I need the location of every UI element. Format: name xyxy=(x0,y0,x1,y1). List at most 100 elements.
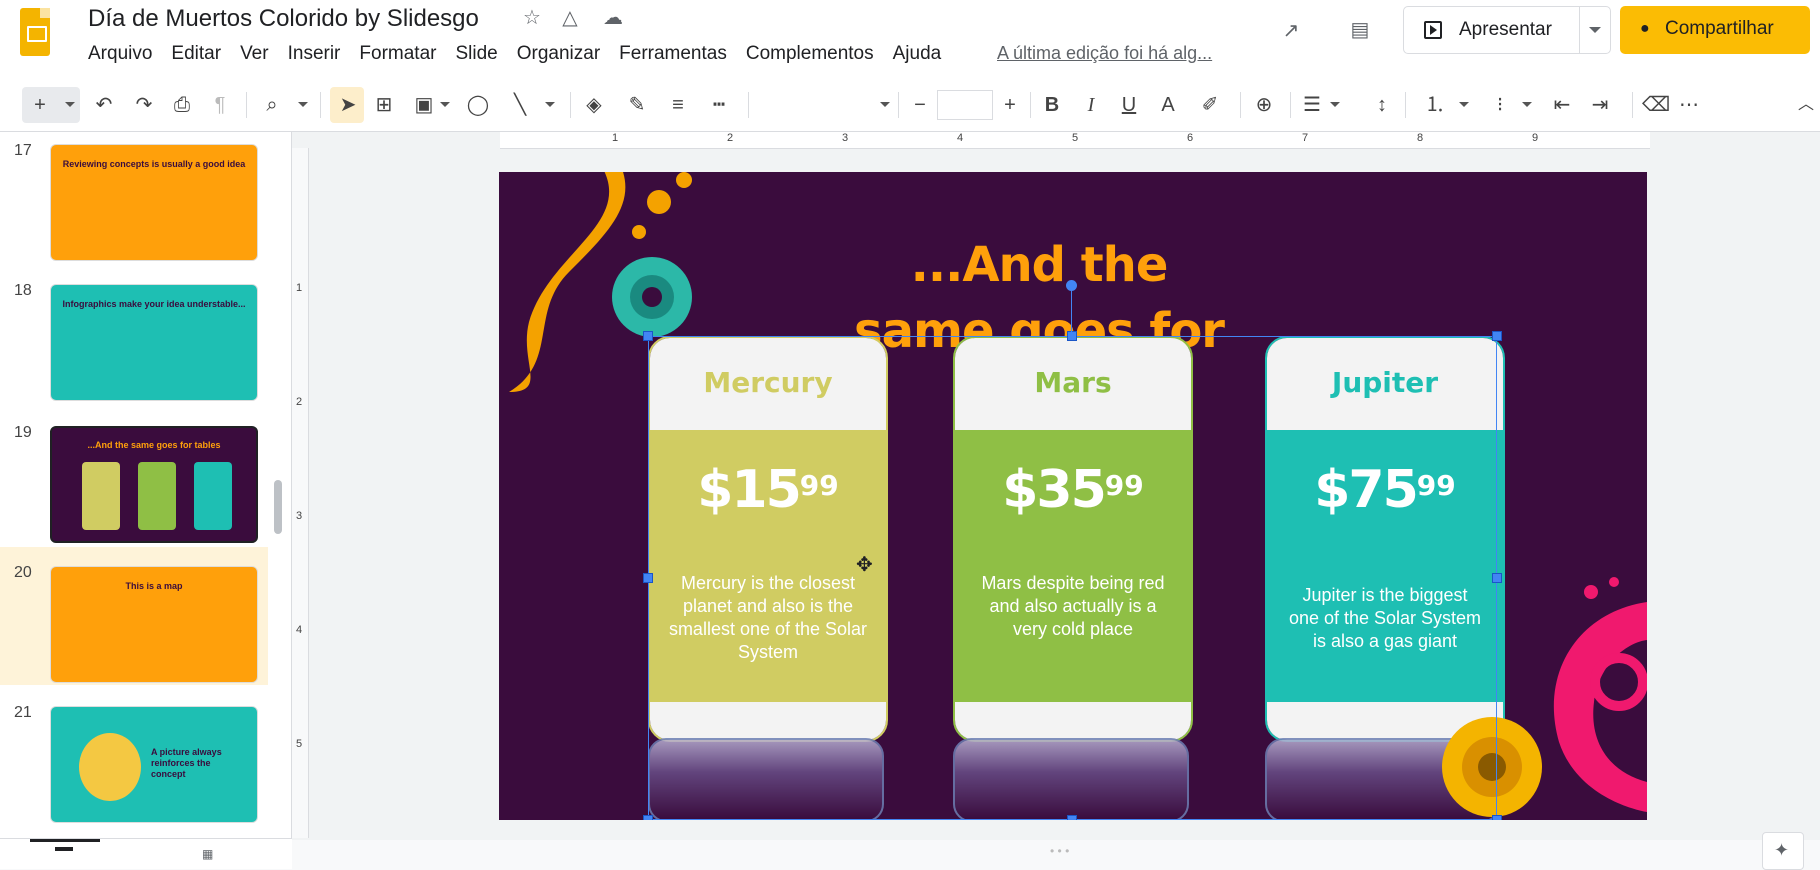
document-title[interactable]: Día de Muertos Colorido by Slidesgo xyxy=(88,5,479,33)
menu-complementos[interactable]: Complementos xyxy=(746,43,874,65)
slide-number: 20 xyxy=(14,564,32,581)
menu-organizar[interactable]: Organizar xyxy=(517,43,600,65)
increase-font-icon[interactable]: + xyxy=(998,90,1022,120)
chevron-down-icon[interactable] xyxy=(1459,102,1469,107)
numbered-list-icon[interactable]: ⒈ xyxy=(1423,90,1447,120)
ruler-mark: 5 xyxy=(1072,132,1079,144)
grid-view-icon[interactable]: ▦ xyxy=(202,847,220,861)
resize-handle[interactable] xyxy=(1067,331,1077,341)
more-icon[interactable]: ⋯ xyxy=(1677,90,1701,120)
toolbar: + ↶ ↷ ⎙ ¶ ⌕ ➤ ⊞ ▣ ◯ ╲ ◈ ✎ ≡ ┅ − + B I U … xyxy=(0,78,1820,132)
resize-handle[interactable] xyxy=(1067,815,1077,820)
ruler-mark: 1 xyxy=(612,132,619,144)
resize-handle[interactable] xyxy=(643,815,653,820)
italic-icon[interactable]: I xyxy=(1079,90,1103,120)
menu-slide[interactable]: Slide xyxy=(455,43,497,65)
resize-handle[interactable] xyxy=(643,331,653,341)
comment-icon[interactable]: ▤ xyxy=(1347,17,1373,43)
menu-formatar[interactable]: Formatar xyxy=(359,43,436,65)
plus-icon[interactable]: + xyxy=(28,90,52,120)
clear-formatting-icon[interactable]: ⌫ xyxy=(1642,90,1670,120)
shape-icon[interactable]: ◯ xyxy=(466,90,490,120)
chevron-down-icon[interactable] xyxy=(298,102,308,107)
cursor-icon[interactable]: ➤ xyxy=(336,90,360,120)
collapse-icon[interactable]: ︿ xyxy=(1794,90,1818,120)
skull-image xyxy=(79,733,141,801)
ruler-mark: 8 xyxy=(1417,132,1424,144)
thumbnail-title: A picture always reinforces the concept xyxy=(151,747,222,779)
menu-ver[interactable]: Ver xyxy=(240,43,269,65)
menu-arquivo[interactable]: Arquivo xyxy=(88,43,152,65)
chevron-down-icon[interactable] xyxy=(1589,27,1601,33)
line-spacing-icon[interactable]: ↕ xyxy=(1370,90,1394,120)
ruler-mark: 6 xyxy=(1187,132,1194,144)
last-edit-link[interactable]: A última edição foi há alg... xyxy=(997,43,1212,64)
font-size-input[interactable] xyxy=(937,90,993,120)
horizontal-ruler: 1 2 3 4 5 6 7 8 9 xyxy=(500,132,1650,149)
redo-icon[interactable]: ↷ xyxy=(132,90,156,120)
drive-icon[interactable]: △ xyxy=(557,5,583,31)
insert-comment-icon[interactable]: ⊕ xyxy=(1252,90,1276,120)
present-button[interactable]: Apresentar xyxy=(1403,6,1611,54)
star-icon[interactable]: ☆ xyxy=(519,5,545,31)
rotate-handle[interactable] xyxy=(1066,280,1077,291)
zoom-icon[interactable]: ⌕ xyxy=(260,90,284,120)
move-cursor-icon: ✥ xyxy=(856,554,873,576)
chevron-down-icon[interactable] xyxy=(440,102,450,107)
slide-canvas[interactable]: ...And the same goes for tables Mercury … xyxy=(499,172,1647,820)
resize-handle[interactable] xyxy=(1492,815,1502,820)
slide-thumbnail-selected[interactable]: ...And the same goes for tables xyxy=(50,426,258,543)
print-icon[interactable]: ⎙ xyxy=(170,90,194,120)
ruler-mark: 4 xyxy=(957,132,964,144)
explore-button[interactable]: ✦ xyxy=(1762,832,1804,870)
bold-icon[interactable]: B xyxy=(1040,90,1064,120)
menu-ferramentas[interactable]: Ferramentas xyxy=(619,43,727,65)
trend-icon[interactable]: ↗ xyxy=(1278,18,1304,44)
paint-format-icon[interactable]: ¶ xyxy=(208,90,232,120)
slide-thumbnail[interactable]: This is a map xyxy=(50,566,258,683)
resize-grip-icon[interactable]: • • • xyxy=(1050,844,1069,858)
resize-handle[interactable] xyxy=(1492,573,1502,583)
undo-icon[interactable]: ↶ xyxy=(92,90,116,120)
text-color-icon[interactable]: A xyxy=(1156,90,1180,120)
decrease-font-icon[interactable]: − xyxy=(908,90,932,120)
cloud-icon[interactable]: ☁ xyxy=(600,5,626,31)
ruler-mark: 5 xyxy=(296,738,303,750)
border-weight-icon[interactable]: ≡ xyxy=(666,90,690,120)
fill-color-icon[interactable]: ◈ xyxy=(582,90,606,120)
resize-handle[interactable] xyxy=(1492,331,1502,341)
text-box-icon[interactable]: ⊞ xyxy=(372,90,396,120)
decrease-indent-icon[interactable]: ⇤ xyxy=(1550,90,1574,120)
menu-ajuda[interactable]: Ajuda xyxy=(893,43,942,65)
chevron-down-icon[interactable] xyxy=(545,102,555,107)
divider xyxy=(1405,92,1406,118)
chevron-down-icon[interactable] xyxy=(1522,102,1532,107)
share-button[interactable]: ● Compartilhar xyxy=(1620,6,1810,54)
explore-icon: ✦ xyxy=(1774,840,1790,860)
underline-icon[interactable]: U xyxy=(1117,90,1141,120)
menu-editar[interactable]: Editar xyxy=(171,43,221,65)
line-icon[interactable]: ╲ xyxy=(508,90,532,120)
border-color-icon[interactable]: ✎ xyxy=(625,90,649,120)
thumb-card xyxy=(194,462,232,530)
menu-inserir[interactable]: Inserir xyxy=(288,43,341,65)
chevron-down-icon[interactable] xyxy=(65,102,75,107)
increase-indent-icon[interactable]: ⇥ xyxy=(1588,90,1612,120)
resize-handle[interactable] xyxy=(643,573,653,583)
filmstrip-view-icon[interactable] xyxy=(55,847,73,865)
slide-thumbnail[interactable]: A picture always reinforces the concept xyxy=(50,706,258,823)
highlight-icon[interactable]: ✐ xyxy=(1198,90,1222,120)
chevron-down-icon[interactable] xyxy=(1330,102,1340,107)
bulleted-list-icon[interactable]: ⁝ xyxy=(1488,90,1512,120)
font-chevron-down-icon[interactable] xyxy=(880,102,890,107)
align-icon[interactable]: ☰ xyxy=(1300,90,1324,120)
border-dash-icon[interactable]: ┅ xyxy=(707,90,731,120)
slides-logo-icon[interactable] xyxy=(20,8,50,56)
scrollbar[interactable] xyxy=(274,480,282,534)
present-separator xyxy=(1579,7,1580,53)
app-header: Día de Muertos Colorido by Slidesgo ☆ △ … xyxy=(0,0,1820,78)
slide-thumbnail[interactable]: Infographics make your idea understable.… xyxy=(50,284,258,401)
slide-thumbnail[interactable]: Reviewing concepts is usually a good ide… xyxy=(50,144,258,261)
divider xyxy=(1030,92,1031,118)
image-icon[interactable]: ▣ xyxy=(412,90,436,120)
